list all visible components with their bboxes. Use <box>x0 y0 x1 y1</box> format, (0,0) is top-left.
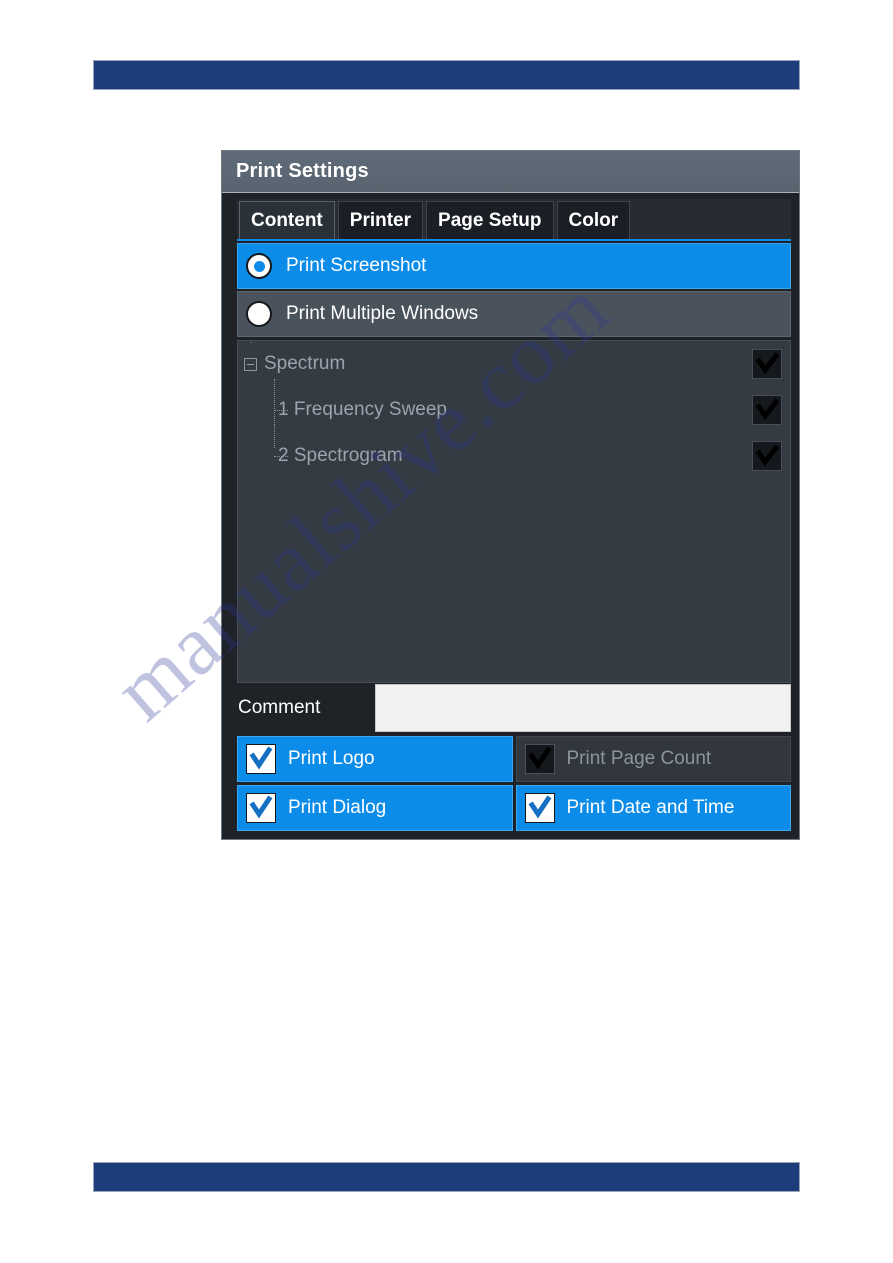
radio-selected-icon <box>246 253 272 279</box>
collapse-icon[interactable] <box>244 357 257 371</box>
option-print-date-and-time[interactable]: Print Date and Time <box>515 785 791 831</box>
page-title: Print Settings <box>236 160 369 182</box>
checkbox-checked-icon <box>246 744 276 774</box>
checkbox-checked-icon <box>246 793 276 823</box>
page-header-bar <box>93 60 800 90</box>
tree-connector <box>274 425 275 448</box>
option-print-dialog-label: Print Dialog <box>288 797 387 818</box>
tree-connector <box>274 456 288 457</box>
tab-printer[interactable]: Printer <box>337 201 424 239</box>
tree-item-spectrogram[interactable]: 2 Spectrogram <box>238 425 790 479</box>
option-print-page-count-label: Print Page Count <box>566 748 712 769</box>
tree-connector <box>274 379 275 425</box>
dialog-titlebar: Print Settings <box>222 151 799 193</box>
tab-page-setup-label: Page Setup <box>438 209 542 231</box>
checkbox-checked-icon <box>524 793 555 823</box>
radio-unselected-icon <box>246 301 272 327</box>
option-print-date-and-time-label: Print Date and Time <box>566 797 735 818</box>
tab-content-label: Content <box>251 209 323 231</box>
radio-print-screenshot[interactable]: Print Screenshot <box>237 243 791 289</box>
tree-item-spectrum[interactable]: Spectrum <box>238 341 790 387</box>
tree-connector <box>251 341 252 343</box>
page-footer-bar <box>93 1162 800 1192</box>
checkbox-frequency-sweep[interactable] <box>752 395 782 425</box>
tree-item-spectrogram-label: 2 Spectrogram <box>278 445 403 466</box>
comment-label: Comment <box>238 697 321 718</box>
option-print-logo-label: Print Logo <box>288 748 375 769</box>
tab-content[interactable]: Content <box>239 201 335 239</box>
tree-connector <box>274 410 288 411</box>
comment-input[interactable] <box>375 684 791 732</box>
option-print-dialog[interactable]: Print Dialog <box>237 785 513 831</box>
tree-item-frequency-sweep[interactable]: 1 Frequency Sweep <box>238 379 790 433</box>
comment-row: Comment <box>237 683 791 733</box>
radio-print-multiple-windows-label: Print Multiple Windows <box>286 303 479 324</box>
print-options-grid: Print Logo Print Page Count Print Dialog <box>237 736 791 831</box>
tab-page-setup[interactable]: Page Setup <box>426 201 554 239</box>
print-settings-dialog: Print Settings Content Printer Page Setu… <box>221 150 800 840</box>
tree-item-spectrum-label: Spectrum <box>264 353 346 374</box>
tabstrip: Content Printer Page Setup Color <box>237 199 791 241</box>
option-print-logo[interactable]: Print Logo <box>237 736 513 782</box>
checkbox-spectrogram[interactable] <box>752 441 782 471</box>
checkbox-spectrum[interactable] <box>752 349 782 379</box>
dialog-body: Content Printer Page Setup Color Print S… <box>222 193 799 839</box>
radio-print-multiple-windows[interactable]: Print Multiple Windows <box>237 291 791 337</box>
tab-color[interactable]: Color <box>556 201 631 239</box>
option-print-page-count[interactable]: Print Page Count <box>515 736 791 782</box>
checkbox-checked-disabled-icon <box>524 744 555 774</box>
tab-color-label: Color <box>568 209 619 231</box>
radio-print-screenshot-label: Print Screenshot <box>286 255 427 276</box>
tab-printer-label: Printer <box>349 209 412 231</box>
window-selection-tree: Spectrum 1 Frequency Sweep 2 Spectrogram <box>237 340 791 683</box>
tree-item-frequency-sweep-label: 1 Frequency Sweep <box>278 399 447 420</box>
